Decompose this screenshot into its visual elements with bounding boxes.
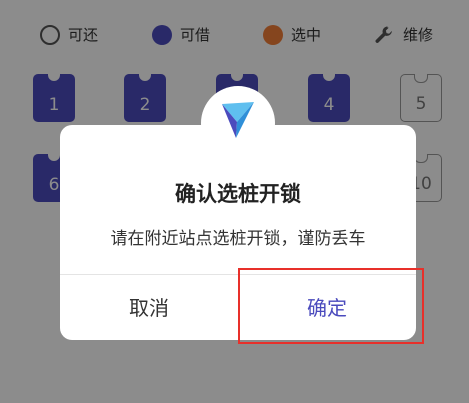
dialog-title: 确认选桩开锁 xyxy=(175,182,301,206)
confirm-highlight-box xyxy=(238,268,424,344)
cancel-button[interactable]: 取消 xyxy=(60,275,238,340)
dialog-message: 请在附近站点选桩开锁，谨防丢车 xyxy=(110,229,366,249)
paper-plane-icon xyxy=(220,100,256,140)
